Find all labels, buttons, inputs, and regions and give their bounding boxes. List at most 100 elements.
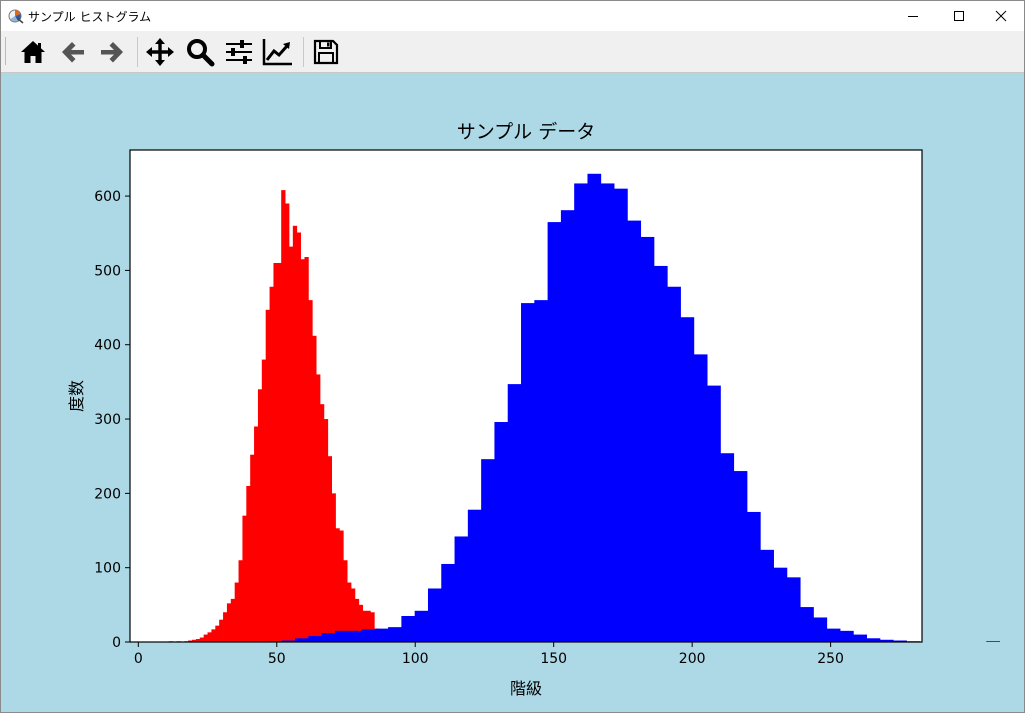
histogram-bar-series-1 [265, 309, 270, 642]
histogram-bar-series-2 [653, 265, 668, 642]
histogram-bar-series-1 [339, 530, 344, 642]
histogram-bar-series-1 [285, 203, 290, 642]
maximize-button[interactable] [936, 1, 982, 31]
histogram-bar-series-2 [361, 629, 376, 642]
histogram-bar-series-2 [720, 453, 735, 642]
histogram-bar-series-1 [335, 528, 340, 642]
minimize-button[interactable] [890, 1, 936, 31]
histogram-bar-series-1 [242, 515, 247, 642]
histogram-bar-series-2 [574, 183, 588, 642]
figure-canvas[interactable]: サンプル データ 0 50 100 150 200 250 0 100 200 300 400 500… [1, 73, 1024, 712]
histogram-bar-series-1 [327, 456, 332, 642]
histogram-bar-series-1 [246, 485, 251, 642]
histogram-bar-series-2 [627, 220, 642, 642]
histogram-bar-series-2 [733, 471, 748, 642]
histogram-bar-series-1 [215, 625, 220, 642]
home-icon [21, 41, 45, 63]
histogram-bar-series-1 [312, 335, 317, 642]
histogram-bar-series-1 [343, 560, 348, 642]
back-button[interactable] [57, 36, 89, 68]
y-tick-label: 400 [94, 338, 121, 354]
histogram-bar-series-2 [746, 511, 761, 642]
y-axis-label: 度数 [67, 380, 86, 412]
histogram-bar-series-2 [786, 577, 801, 642]
histogram-bar-series-2 [374, 628, 389, 642]
histogram-bar-series-2 [853, 634, 868, 642]
save-button[interactable] [310, 36, 342, 68]
histogram-bar-series-1 [219, 619, 224, 642]
home-button[interactable] [17, 36, 49, 68]
x-tick-label: 100 [402, 651, 429, 667]
app-window: サンプル ヒストグラム サンプル データ 0 50 100 150 200 25… [0, 0, 1025, 713]
histogram-bar-series-2 [600, 183, 615, 642]
histogram-bar-series-2 [467, 509, 482, 642]
maximize-icon [954, 11, 964, 21]
x-axis-label: 階級 [510, 679, 542, 698]
toolbar-grip[interactable] [5, 37, 8, 65]
histogram-bar-series-1 [277, 262, 282, 642]
histogram-bar-series-2 [640, 236, 655, 642]
histogram-bar-series-1 [199, 637, 205, 642]
forward-button[interactable] [96, 36, 128, 68]
histogram-bar-series-1 [296, 232, 301, 642]
y-tick-label: 600 [94, 189, 121, 205]
histogram-bar-series-2 [507, 384, 522, 642]
y-tick-label: 300 [94, 412, 121, 428]
sliders-icon [226, 40, 252, 64]
histogram-bar-series-2 [840, 630, 854, 642]
toolbar-separator [137, 37, 138, 67]
histogram-bar-series-2 [454, 536, 469, 642]
pan-button[interactable] [144, 36, 176, 68]
histogram-bar-series-2 [760, 549, 774, 642]
histogram-bar-series-1 [230, 598, 236, 642]
histogram-bar-series-2 [800, 607, 814, 642]
histogram-bar-series-1 [281, 190, 286, 642]
matplotlib-app-icon [8, 8, 24, 24]
histogram-bar-series-2 [826, 628, 841, 642]
histogram-bar-series-2 [308, 636, 323, 642]
edit-axes-button[interactable] [262, 36, 294, 68]
title-bar: サンプル ヒストグラム [1, 1, 1024, 31]
histogram-bar-series-2 [414, 610, 429, 642]
forward-arrow-icon [101, 42, 123, 63]
chart-title: サンプル データ [457, 121, 595, 143]
histogram-bar-series-2 [614, 188, 628, 642]
histogram-bar-series-1 [257, 389, 263, 642]
navigation-toolbar [1, 31, 1024, 73]
histogram-bar-series-2 [441, 563, 455, 642]
histogram-bar-series-1 [223, 612, 228, 642]
histogram-bar-series-2 [560, 210, 575, 642]
floppy-disk-icon [313, 39, 339, 65]
histogram-bar-series-1 [300, 259, 305, 642]
histogram-bar-series-1 [308, 300, 313, 642]
x-tick-label: 0 [134, 651, 143, 667]
y-tick-label: 500 [94, 263, 121, 279]
histogram-bar-series-1 [269, 286, 274, 642]
histogram-bar-series-2 [773, 567, 788, 642]
histogram-bar-series-1 [316, 374, 321, 642]
x-tick-label: 50 [268, 651, 286, 667]
minimize-icon [908, 16, 918, 17]
histogram-bar-series-1 [226, 603, 232, 642]
zoom-button[interactable] [184, 36, 216, 68]
histogram-bar-series-2 [481, 459, 495, 642]
histogram-bar-series-2 [494, 422, 509, 642]
histogram-bar-series-1 [273, 262, 278, 642]
histogram-bar-series-1 [331, 493, 336, 642]
x-tick-label: 200 [679, 651, 706, 667]
histogram-bar-series-2 [547, 222, 562, 642]
configure-subplots-button[interactable] [223, 36, 255, 68]
close-icon [995, 10, 1007, 22]
histogram-bar-series-1 [203, 634, 208, 642]
histogram-bar-series-2 [321, 633, 336, 642]
histogram-bar-series-2 [707, 385, 721, 642]
histogram-bar-series-1 [207, 632, 212, 642]
close-button[interactable] [978, 1, 1024, 31]
histogram-bar-series-2 [667, 286, 681, 642]
histogram-bar-series-2 [521, 303, 535, 642]
histogram-bar-series-1 [292, 225, 298, 642]
back-arrow-icon [62, 42, 84, 63]
histogram-bar-series-1 [288, 246, 294, 642]
window-title: サンプル ヒストグラム [28, 10, 152, 24]
histogram-bar-series-1 [323, 419, 329, 642]
